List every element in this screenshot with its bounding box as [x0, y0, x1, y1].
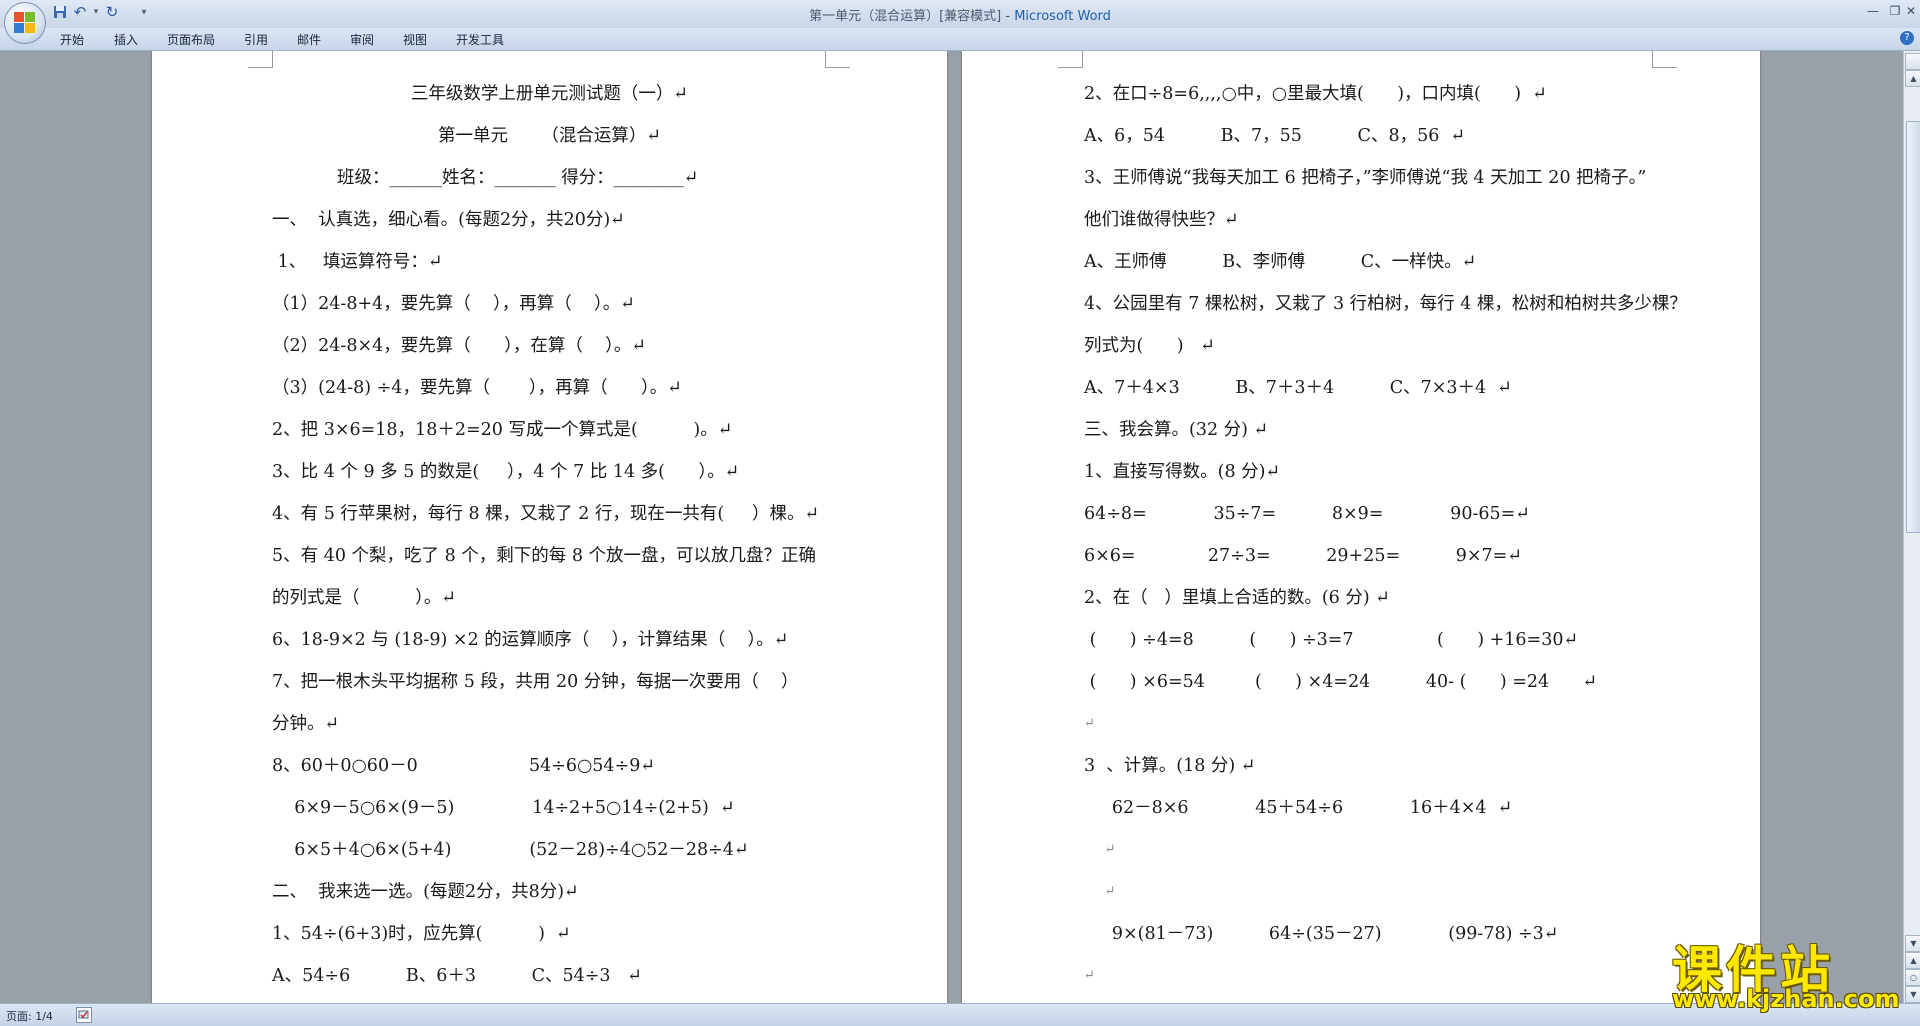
question-line[interactable]: 列式为( ) ↵ — [1084, 335, 1215, 357]
student-info-line[interactable]: 班级：______姓名：_______ 得分：________↵ — [337, 167, 698, 189]
tab-page-layout[interactable]: 页面布局 — [167, 31, 215, 48]
scroll-up-icon[interactable]: ▲ — [1905, 70, 1920, 87]
question-line[interactable]: A、54÷6 B、6＋3 C、54÷3 ↵ — [272, 965, 642, 987]
question-line[interactable]: 9×(81－73) 64÷(35－27) (99-78) ÷3↵ — [1084, 923, 1559, 945]
minimize-icon[interactable]: — — [1862, 3, 1884, 19]
window-title: 第一单元（混合运算）[兼容模式] - Microsoft Word — [0, 5, 1920, 24]
scroll-down-icon[interactable]: ▼ — [1905, 935, 1920, 952]
tab-developer[interactable]: 开发工具 — [456, 31, 504, 48]
question-line[interactable]: 3、比 4 个 9 多 5 的数是( ），4 个 7 比 14 多( ）。↵ — [272, 461, 739, 483]
question-line[interactable]: 他们谁做得快些？↵ — [1084, 209, 1239, 231]
scrollbar-thumb[interactable] — [1906, 121, 1920, 533]
question-line[interactable]: 2、在（ ）里填上合适的数。(6 分) ↵ — [1084, 587, 1390, 609]
document-title-line[interactable]: 三年级数学上册单元测试题（一）↵ — [152, 83, 947, 105]
next-page-icon[interactable]: ▼ — [1905, 986, 1920, 1003]
question-line[interactable]: 2、把 3×6=18，18＋2=20 写成一个算式是( )。↵ — [272, 419, 732, 441]
question-line[interactable]: 64÷8= 35÷7= 8×9= 90-65=↵ — [1084, 503, 1530, 525]
page-indicator[interactable]: 页面: 1/4 — [6, 1008, 53, 1024]
section-heading[interactable]: 三、我会算。(32 分) ↵ — [1084, 419, 1268, 441]
question-line[interactable]: （3）(24-8) ÷4，要先算（ ），再算（ ）。↵ — [272, 377, 682, 399]
question-line[interactable]: 的列式是（ ）。↵ — [272, 587, 456, 609]
question-line[interactable]: 3、王师傅说“我每天加工 6 把椅子，”李师傅说“我 4 天加工 20 把椅子。… — [1084, 167, 1646, 189]
question-line[interactable]: A、7＋4×3 B、7＋3＋4 C、7×3＋4 ↵ — [1084, 377, 1512, 399]
paragraph-mark: ↵ — [1084, 842, 1116, 857]
ribbon-tabs: 开始 插入 页面布局 引用 邮件 审阅 视图 开发工具 ? — [0, 28, 1920, 51]
question-line[interactable]: 5、有 40 个梨，吃了 8 个，剩下的每 8 个放一盘，可以放几盘？正确 — [272, 545, 816, 567]
tab-review[interactable]: 审阅 — [350, 31, 374, 48]
crop-mark — [1058, 51, 1083, 68]
ruler-toggle-icon[interactable] — [1905, 53, 1920, 70]
question-line[interactable]: （2）24-8×4，要先算（ ），在算（ ）。↵ — [272, 335, 646, 357]
question-line[interactable]: A、6，54 B、7，55 C、8，56 ↵ — [1084, 125, 1465, 147]
tab-view[interactable]: 视图 — [403, 31, 427, 48]
crop-mark — [248, 51, 273, 68]
question-line[interactable]: 6×6= 27÷3= 29+25= 9×7=↵ — [1084, 545, 1522, 567]
document-area: 三年级数学上册单元测试题（一）↵ 第一单元 （混合运算）↵ 班级：______姓… — [0, 51, 1902, 1003]
title-bar: ↶ ▾ ↻ ▾ 第一单元（混合运算）[兼容模式] - Microsoft Wor… — [0, 0, 1920, 44]
unit-title-line[interactable]: 第一单元 （混合运算）↵ — [152, 125, 947, 147]
watermark-url: www.kjzhan.com — [1672, 985, 1900, 1013]
question-line[interactable]: ( ) ×6=54 ( ) ×4=24 40- ( ) =24 ↵ — [1084, 671, 1598, 693]
section-heading[interactable]: 一、 认真选，细心看。(每题2分，共20分)↵ — [272, 209, 625, 231]
vertical-scrollbar[interactable]: ▲ ▼ ▲ ○ ▼ — [1903, 51, 1920, 1003]
question-line[interactable]: 分钟。↵ — [272, 713, 339, 735]
page-1[interactable]: 三年级数学上册单元测试题（一）↵ 第一单元 （混合运算）↵ 班级：______姓… — [152, 51, 947, 1003]
question-line[interactable]: 6×5＋4○6×(5+4) (52－28)÷4○52－28÷4↵ — [272, 839, 748, 861]
crop-mark — [825, 51, 850, 68]
question-line[interactable]: 6、18-9×2 与 (18-9) ×2 的运算顺序（ ），计算结果（ ）。↵ — [272, 629, 788, 651]
paragraph-mark: ↵ — [1084, 884, 1116, 899]
crop-mark — [1652, 51, 1677, 68]
question-line[interactable]: 3 、计算。(18 分) ↵ — [1084, 755, 1255, 777]
paragraph-mark: ↵ — [1084, 968, 1095, 983]
page-2[interactable]: 2、在口÷8=6,,,,○中，○里最大填( )，口内填( ) ↵ A、6，54 … — [962, 51, 1760, 1003]
question-line[interactable]: 2、在口÷8=6,,,,○中，○里最大填( )，口内填( ) ↵ — [1084, 83, 1547, 105]
select-browse-object-icon[interactable]: ○ — [1905, 969, 1920, 986]
status-bar: 页面: 1/4 — [0, 1003, 1920, 1026]
close-icon[interactable]: ✕ — [1900, 3, 1920, 19]
office-logo-icon — [14, 12, 36, 34]
question-line[interactable]: 1、54÷(6+3)时，应先算( ) ↵ — [272, 923, 571, 945]
tab-mailings[interactable]: 邮件 — [297, 31, 321, 48]
question-line[interactable]: （1）24-8+4，要先算（ ），再算（ ）。↵ — [272, 293, 635, 315]
question-line[interactable]: 1、 填运算符号：↵ — [272, 251, 443, 273]
paragraph-mark: ↵ — [1084, 716, 1095, 731]
document-title: 第一单元（混合运算）[兼容模式] - — [809, 9, 1015, 24]
previous-page-icon[interactable]: ▲ — [1905, 952, 1920, 969]
section-heading[interactable]: 二、 我来选一选。(每题2分，共8分)↵ — [272, 881, 579, 903]
question-line[interactable]: 62－8×6 45＋54÷6 16＋4×4 ↵ — [1084, 797, 1513, 819]
tab-references[interactable]: 引用 — [244, 31, 268, 48]
proofing-icon[interactable] — [76, 1007, 92, 1023]
tab-home[interactable]: 开始 — [60, 31, 84, 48]
question-line[interactable]: ( ) ÷4=8 ( ) ÷3=7 ( ) +16=30↵ — [1084, 629, 1579, 651]
question-line[interactable]: 7、把一根木头平均据称 5 段，共用 20 分钟，每据一次要用（ ） — [272, 671, 799, 693]
question-line[interactable]: A、王师傅 B、李师傅 C、一样快。↵ — [1084, 251, 1476, 273]
question-line[interactable]: 4、有 5 行苹果树，每行 8 棵，又栽了 2 行，现在一共有( ）棵。↵ — [272, 503, 819, 525]
app-name: Microsoft Word — [1014, 9, 1111, 24]
tab-insert[interactable]: 插入 — [114, 31, 138, 48]
question-line[interactable]: 8、60＋0○60－0 54÷6○54÷9↵ — [272, 755, 655, 777]
question-line[interactable]: 4、公园里有 7 棵松树，又栽了 3 行柏树，每行 4 棵，松树和柏树共多少棵？ — [1084, 293, 1687, 315]
office-button[interactable] — [4, 2, 46, 44]
question-line[interactable]: 1、直接写得数。(8 分)↵ — [1084, 461, 1280, 483]
help-icon[interactable]: ? — [1900, 31, 1914, 45]
question-line[interactable]: 6×9－5○6×(9－5) 14÷2+5○14÷(2+5) ↵ — [272, 797, 734, 819]
